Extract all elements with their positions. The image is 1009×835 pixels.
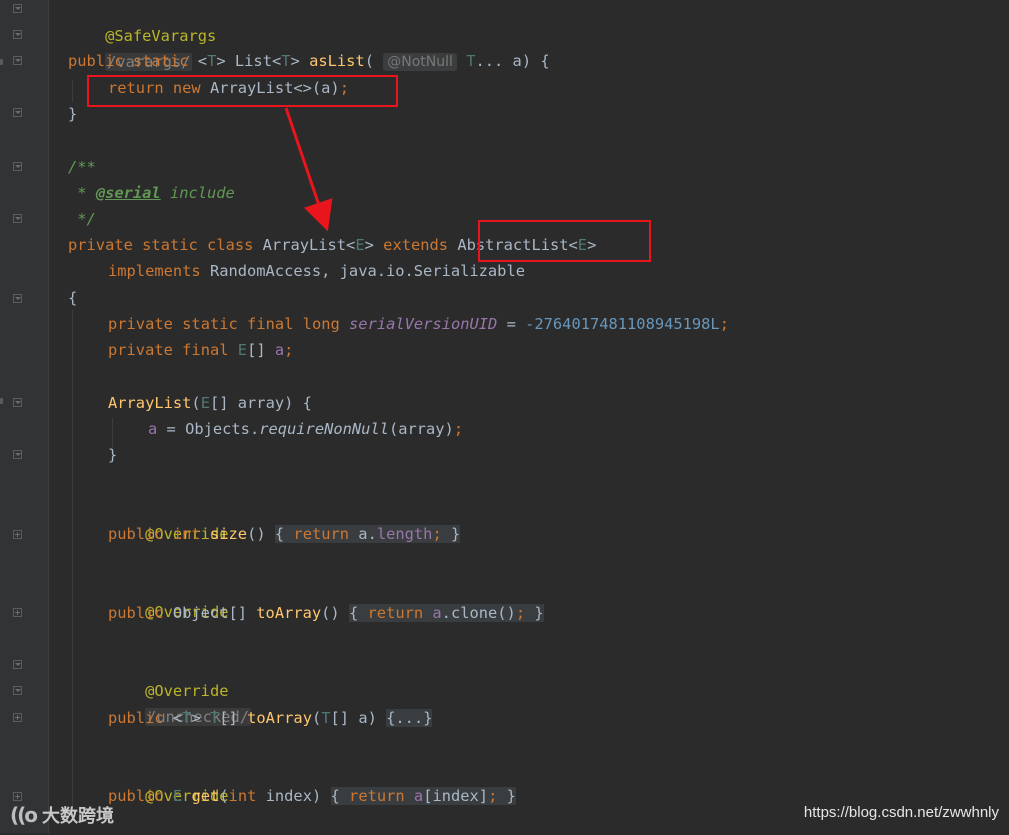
watermark-logo-icon: ((o	[10, 803, 38, 827]
watermark-brand: 大数跨境	[42, 806, 115, 827]
watermark-left: ((o 大数跨境	[10, 800, 114, 830]
annotation-arrow	[284, 107, 333, 232]
watermark-url: https://blog.csdn.net/zwwhnly	[803, 804, 999, 821]
